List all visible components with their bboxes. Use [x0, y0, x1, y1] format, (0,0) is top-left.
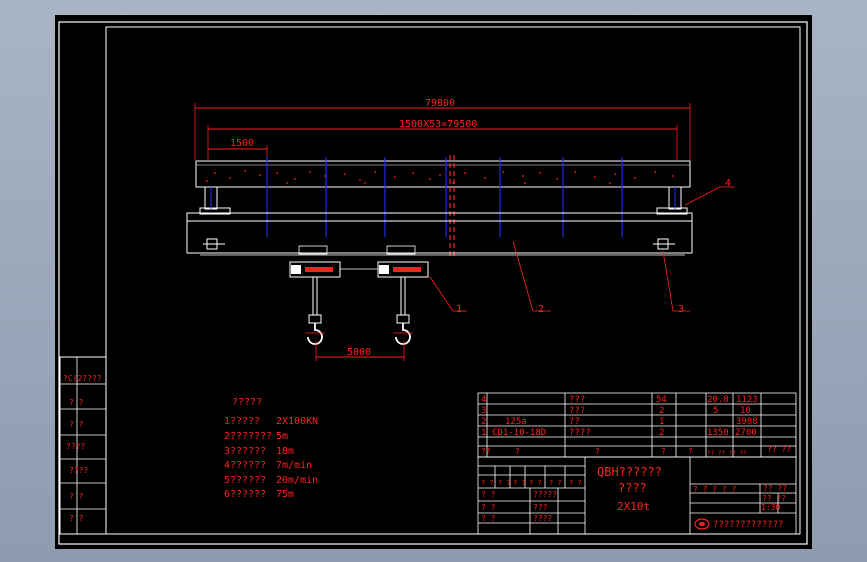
bom-no: 2 — [481, 417, 486, 427]
left-strip-cell: ? ? — [69, 420, 84, 429]
spec-value: 2X100KN — [276, 416, 318, 427]
bom-weight-label: ?? ?? — [767, 445, 791, 454]
bom-name: ??? — [569, 406, 585, 416]
sign-left: ? ? — [481, 514, 496, 523]
spec-title: ????? — [232, 397, 262, 408]
bom-weight-sub: ?? ?? ?? ?? — [707, 450, 747, 457]
bom-header: ?? — [481, 447, 491, 456]
sign-mid: ??? — [533, 503, 548, 512]
left-strip-cell: ???? — [66, 442, 85, 451]
bom-header: ? — [688, 447, 693, 456]
spec-label: 1????? — [224, 416, 260, 427]
rev-label: ? ? — [498, 479, 511, 487]
drawing-sheet: ?C(2???? ? ? ? ? ???? ???? ? ? ? ? 79800… — [55, 15, 812, 549]
bom-header: ? — [515, 447, 520, 456]
dim-bay-label: 1500 — [230, 138, 254, 149]
bom-no: 3 — [481, 406, 486, 416]
spec-label: 2??????? — [224, 431, 272, 442]
rev-label: ? ? — [513, 479, 526, 487]
bom-no: 4 — [481, 395, 486, 405]
bom-name: ???? — [569, 428, 591, 438]
drawing-subtitle: ???? — [618, 481, 647, 495]
hoist-trolley-left — [289, 245, 378, 345]
dimension-span: 1500X53=79500 — [207, 119, 678, 160]
bom-code: CD1-10-18D — [492, 428, 546, 438]
spec-label: 5?????? — [224, 475, 266, 486]
left-strip-cell: ? ? — [69, 514, 84, 523]
bom-name: ?? — [569, 417, 580, 427]
bom-qty: 2 — [659, 406, 664, 416]
sign-mid: ????? — [533, 490, 557, 499]
bom-w1: 5 — [713, 406, 718, 416]
main-girder — [195, 155, 691, 257]
drawing-spec: 2X10t — [617, 500, 650, 513]
bom-header: ? — [661, 447, 666, 456]
left-strip-cell: ?C(2???? — [63, 374, 102, 383]
left-strip-cell: ? ? — [69, 398, 84, 407]
bom-name: ??? — [569, 395, 585, 405]
spec-list: ????? 1????? 2X100KN 2??????? 5m 3??????… — [224, 397, 318, 500]
rev-label: ? ? — [549, 479, 562, 487]
hoist-trolley-right — [377, 245, 429, 345]
left-strip: ?C(2???? ? ? ? ? ???? ???? ? ? ? ? — [59, 356, 107, 535]
dimension-bay: 1500 — [208, 138, 268, 160]
company-logo — [694, 518, 710, 530]
company-name: ????????????? — [713, 520, 783, 530]
scale-value: 1:30 — [761, 503, 780, 512]
spec-label: 4?????? — [224, 460, 266, 471]
sign-left: ? ? — [481, 503, 496, 512]
left-support — [199, 186, 231, 215]
bom-w2: 10 — [740, 406, 751, 416]
spec-value: 5m — [276, 431, 288, 442]
bom-w2: 3988 — [736, 417, 758, 427]
spec-value: 75m — [276, 489, 294, 500]
spec-value: 7m/min — [276, 460, 312, 471]
dim-hooks-label: 5000 — [347, 347, 371, 358]
rev-label: ? ? — [529, 479, 542, 487]
bom-w2: 2700 — [735, 428, 757, 438]
bom-header: ? — [595, 447, 600, 456]
scale-label: ?? ?? — [762, 494, 786, 503]
balloon-3: 3 — [678, 304, 684, 315]
spec-value: 18m — [276, 446, 294, 457]
right-support — [656, 186, 688, 215]
balloon-1: 1 — [456, 304, 462, 315]
left-strip-cell: ???? — [69, 466, 88, 475]
runway-beam — [186, 212, 693, 256]
cad-drawing: ?C(2???? ? ? ? ? ???? ???? ? ? ? ? 79800… — [58, 21, 808, 545]
dimension-hooks: 5000 — [315, 341, 405, 361]
bom-qty: 2 — [659, 428, 664, 438]
rev-label: ? ? — [481, 479, 494, 487]
balloon-4: 4 — [725, 178, 731, 189]
leader-lines — [429, 186, 735, 312]
spec-value: 20m/min — [276, 475, 318, 486]
spec-label: 6?????? — [224, 489, 266, 500]
bom-qty: 54 — [656, 395, 667, 405]
bom-code: 125a — [505, 417, 527, 427]
sheet-no-label: ?? ?? — [763, 484, 787, 493]
dim-overall-label: 79800 — [425, 98, 455, 109]
bom-w1: 1350 — [707, 428, 729, 438]
rev-label: ? ? — [569, 479, 582, 487]
bom-no: 1 — [481, 428, 486, 438]
balloon-2: 2 — [538, 304, 544, 315]
spec-label: 3?????? — [224, 446, 266, 457]
stage-label: ? ? ? ? ? — [693, 485, 737, 494]
left-strip-cell: ? ? — [69, 492, 84, 501]
sign-mid: ???? — [533, 514, 552, 523]
bom-w1: 20.8 — [707, 395, 729, 405]
drawing-title: QBH?????? — [597, 465, 662, 479]
dim-span-label: 1500X53=79500 — [399, 119, 477, 130]
sign-left: ? ? — [481, 490, 496, 499]
bom-qty: 1 — [659, 417, 664, 427]
bom-w2: 1123 — [736, 395, 758, 405]
